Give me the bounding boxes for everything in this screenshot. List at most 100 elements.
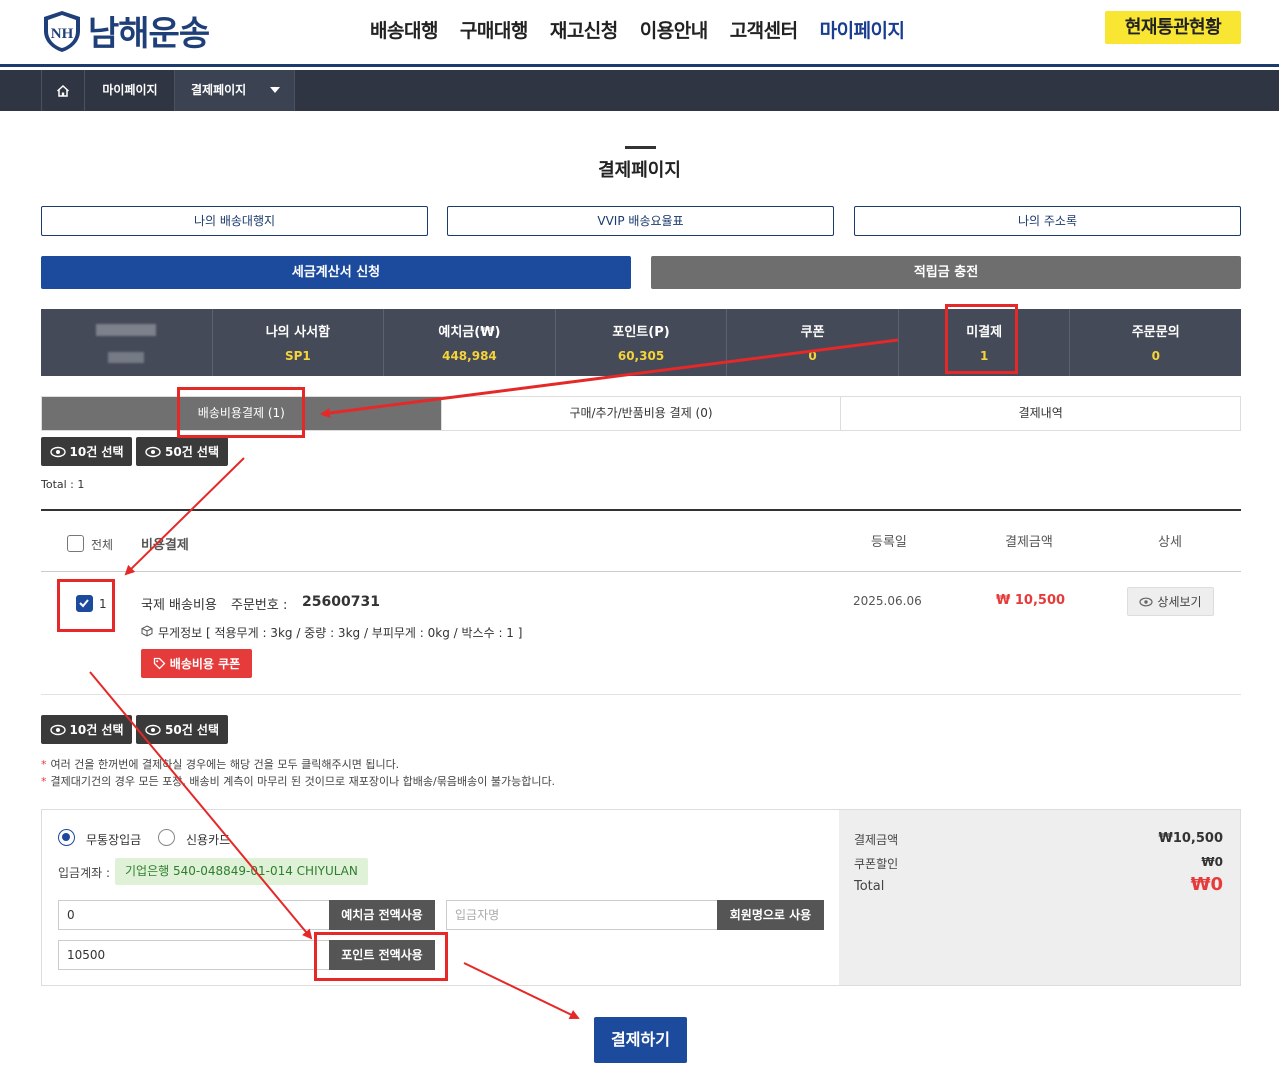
bank-transfer-radio[interactable] <box>58 829 75 846</box>
select-50-button-bottom[interactable]: 50건 선택 <box>136 715 228 744</box>
summary-coupon-label: 쿠폰할인 <box>854 857 899 871</box>
notice-text: 결제대기건의 경우 모든 포장, 배송비 계측이 마무리 된 것이므로 재포장이… <box>50 775 556 788</box>
row-type: 국제 배송비용 <box>141 598 217 613</box>
bank-account: 기업은행 540-048849-01-014 CHIYULAN <box>115 858 368 885</box>
nav-delivery[interactable]: 배송대행 <box>370 16 438 43</box>
select-50-button[interactable]: 50건 선택 <box>136 437 228 466</box>
arrow-tab-to-checkbox <box>124 457 245 576</box>
summary-amount-value: ₩10,500 <box>1158 831 1223 846</box>
header-amount: 결제금액 <box>1005 535 1053 550</box>
header-detail: 상세 <box>1158 535 1182 550</box>
eye-icon <box>145 724 161 735</box>
row-order-number: 25600731 <box>302 594 380 610</box>
stat-value: 0 <box>808 349 817 363</box>
site-logo[interactable]: NH 남해운송 <box>40 6 210 55</box>
select-50-label: 50건 선택 <box>165 445 219 459</box>
deposit-input[interactable]: 0 <box>58 900 330 930</box>
eye-icon <box>49 724 66 735</box>
tax-invoice-button[interactable]: 세금계산서 신청 <box>41 256 631 289</box>
point-input[interactable]: 10500 <box>58 940 330 970</box>
notice-multiple: * 여러 건을 한꺼번에 결제하실 경우에는 해당 건을 모두 클릭해주시면 됩니… <box>41 758 400 771</box>
use-all-deposit-button[interactable]: 예치금 전액사용 <box>329 900 435 930</box>
nav-stock[interactable]: 재고신청 <box>550 16 618 43</box>
eye-icon <box>49 446 66 457</box>
eye-icon <box>145 446 161 457</box>
stat-points: 포인트(P) 60,305 <box>556 309 728 376</box>
table-header-divider <box>41 571 1241 572</box>
detail-button-label: 상세보기 <box>1157 595 1202 609</box>
select-10-label: 10건 선택 <box>69 445 124 459</box>
charge-points-button[interactable]: 적립금 충전 <box>651 256 1241 289</box>
nav-mypage[interactable]: 마이페이지 <box>820 16 905 43</box>
blurred-userid <box>108 352 145 363</box>
vvip-rate-button[interactable]: VVIP 배송요율표 <box>447 206 834 236</box>
stat-value: 448,984 <box>442 349 497 363</box>
breadcrumb-mypage[interactable]: 마이페이지 <box>86 70 175 111</box>
annotation-box-points <box>314 932 448 981</box>
breadcrumb-current-label: 결제페이지 <box>191 83 247 97</box>
pay-button[interactable]: 결제하기 <box>594 1017 687 1063</box>
caret-down-icon <box>270 87 280 93</box>
select-10-button[interactable]: 10건 선택 <box>41 437 132 466</box>
stat-mailbox: 나의 사서함 SP1 <box>213 309 385 376</box>
stat-label: 포인트(P) <box>612 325 670 340</box>
home-icon <box>56 84 70 97</box>
bank-transfer-label: 무통장입금 <box>86 833 142 847</box>
row-date: 2025.06.06 <box>853 594 922 608</box>
nav-support[interactable]: 고객센터 <box>730 16 798 43</box>
stat-label: 쿠폰 <box>800 325 825 340</box>
use-member-name-button[interactable]: 회원명으로 사용 <box>717 900 824 930</box>
table-row-divider <box>41 694 1241 695</box>
stat-inquiry: 주문문의 0 <box>1070 309 1241 376</box>
tab-payment-history[interactable]: 결제내역 <box>841 397 1241 430</box>
tag-icon <box>153 657 166 670</box>
address-book-button[interactable]: 나의 주소록 <box>854 206 1241 236</box>
summary-coupon-value: ₩0 <box>1201 855 1223 869</box>
shield-logo-icon: NH <box>44 10 80 52</box>
coupon-button-label: 배송비용 쿠폰 <box>169 657 241 671</box>
breadcrumb-current[interactable]: 결제페이지 <box>175 70 295 111</box>
depositor-name-input[interactable]: 입금자명 <box>446 900 718 930</box>
credit-card-radio[interactable] <box>158 829 175 846</box>
summary-total-label: Total <box>854 879 885 894</box>
annotation-box-checkbox <box>57 579 115 632</box>
breadcrumb-home[interactable] <box>41 70 85 111</box>
summary-total-value: ₩0 <box>1190 874 1223 895</box>
summary-amount-label: 결제금액 <box>854 833 899 847</box>
account-stats: 나의 사서함 SP1 예치금(₩) 448,984 포인트(P) 60,305 … <box>41 309 1241 376</box>
stat-value: SP1 <box>284 349 311 363</box>
breadcrumb: 마이페이지 결제페이지 <box>0 70 1279 111</box>
stat-value: 60,305 <box>617 349 665 363</box>
shipping-coupon-button[interactable]: 배송비용 쿠폰 <box>141 649 252 678</box>
main-nav: 배송대행 구매대행 재고신청 이용안내 고객센터 마이페이지 <box>370 16 905 43</box>
stat-value: 0 <box>1151 349 1160 363</box>
account-label: 입금계좌 : <box>58 866 111 880</box>
view-detail-button[interactable]: 상세보기 <box>1127 587 1214 616</box>
stat-user <box>41 309 213 376</box>
annotation-box-unpaid <box>945 304 1018 374</box>
total-count: Total : 1 <box>41 478 85 491</box>
title-accent <box>625 146 656 149</box>
table-top-border <box>41 509 1241 511</box>
credit-card-label: 신용카드 <box>186 833 231 847</box>
select-10-label: 10건 선택 <box>69 723 124 737</box>
select-all-checkbox[interactable] <box>67 535 84 552</box>
nav-guide[interactable]: 이용안내 <box>640 16 708 43</box>
stat-label: 예치금(₩) <box>438 325 501 340</box>
box-icon <box>141 625 153 637</box>
row-order-label: 주문번호 : <box>231 598 288 613</box>
stat-label: 주문문의 <box>1131 325 1180 340</box>
header-item: 비용결제 <box>141 538 189 553</box>
my-delivery-address-button[interactable]: 나의 배송대행지 <box>41 206 428 236</box>
header-divider <box>0 64 1279 67</box>
select-10-button-bottom[interactable]: 10건 선택 <box>41 715 132 744</box>
nav-purchase[interactable]: 구매대행 <box>460 16 528 43</box>
stat-label: 나의 사서함 <box>265 325 331 340</box>
svg-text:NH: NH <box>51 26 74 42</box>
stat-deposit: 예치금(₩) 448,984 <box>384 309 556 376</box>
customs-status-button[interactable]: 현재통관현황 <box>1105 11 1241 44</box>
notice-pending: * 결제대기건의 경우 모든 포장, 배송비 계측이 마무리 된 것이므로 재포장… <box>41 775 556 788</box>
row-weight-info: 무게정보 [ 적용무게 : 3kg / 중량 : 3kg / 부피무게 : 0k… <box>158 626 523 640</box>
tab-purchase-payment[interactable]: 구매/추가/반품비용 결제 (0) <box>441 397 842 430</box>
stat-coupon: 쿠폰 0 <box>727 309 899 376</box>
